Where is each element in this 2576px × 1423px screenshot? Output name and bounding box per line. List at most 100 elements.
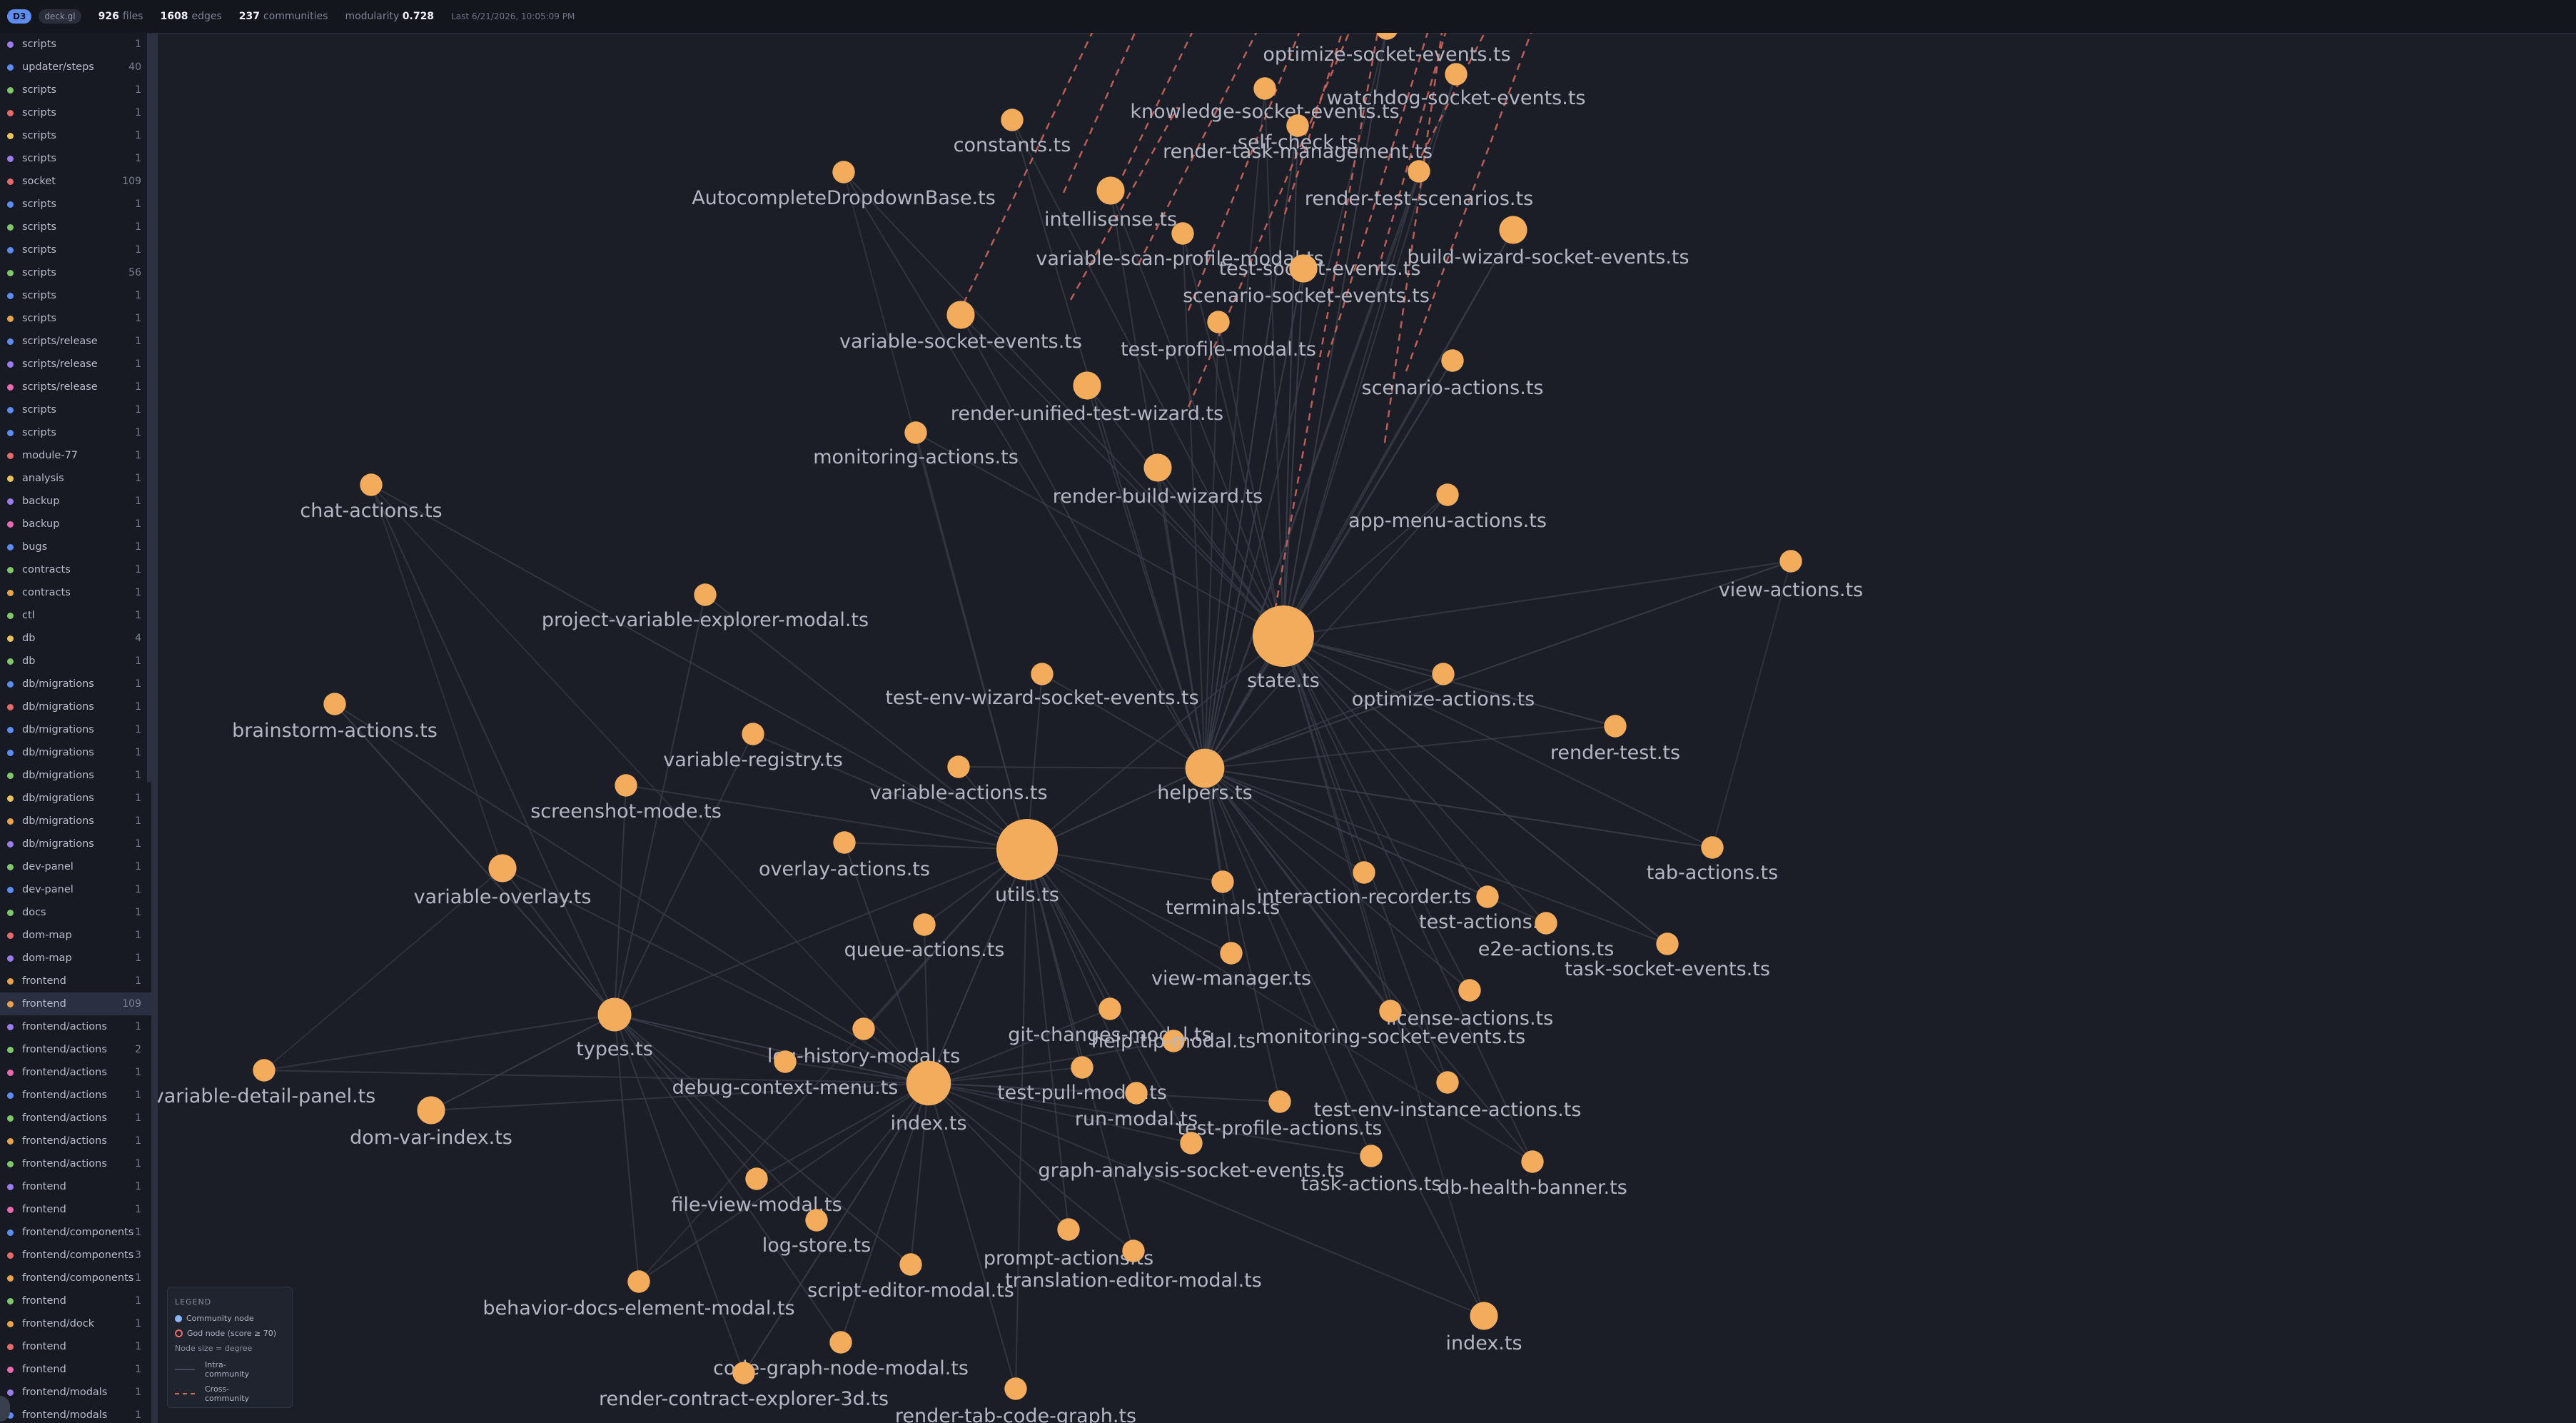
sidebar-item[interactable]: backup 1 xyxy=(0,490,151,513)
graph-node[interactable]: brainstorm-actions.ts xyxy=(232,693,438,742)
sidebar-item[interactable]: frontend 1 xyxy=(0,1358,151,1381)
graph-node[interactable]: variable-socket-events.ts xyxy=(839,301,1082,353)
sidebar-item[interactable]: db/migrations 1 xyxy=(0,718,151,741)
sidebar-item[interactable]: module-77 1 xyxy=(0,444,151,467)
sidebar-item[interactable]: scripts 1 xyxy=(0,284,151,307)
graph-node[interactable]: log-store.ts xyxy=(762,1209,871,1257)
graph-node[interactable]: test-env-instance-actions.ts xyxy=(1314,1071,1582,1121)
sidebar-item[interactable]: dev-panel 1 xyxy=(0,878,151,901)
graph-node[interactable]: render-unified-test-wizard.ts xyxy=(951,371,1223,425)
sidebar-item[interactable]: frontend/components 3 xyxy=(0,1244,151,1267)
graph-node[interactable]: scenario-actions.ts xyxy=(1362,349,1544,399)
sidebar-item[interactable]: db/migrations 1 xyxy=(0,695,151,718)
sidebar-item[interactable]: db 4 xyxy=(0,627,151,650)
graph-node[interactable]: monitoring-actions.ts xyxy=(813,421,1019,468)
graph-node[interactable]: behavior-docs-element-modal.ts xyxy=(483,1270,795,1319)
sidebar-item[interactable]: frontend/actions 1 xyxy=(0,1061,151,1084)
sidebar-item[interactable]: scripts 1 xyxy=(0,216,151,238)
graph-node[interactable]: view-manager.ts xyxy=(1151,942,1311,990)
graph-node[interactable]: AutocompleteDropdownBase.ts xyxy=(692,161,996,209)
graph-node[interactable]: optimize-actions.ts xyxy=(1352,663,1535,710)
sidebar-item[interactable]: frontend/dock 1 xyxy=(0,1312,151,1335)
sidebar-item[interactable]: bugs 1 xyxy=(0,535,151,558)
graph-node[interactable]: license-actions.ts xyxy=(1386,979,1553,1030)
graph-node[interactable]: index.ts xyxy=(1445,1302,1522,1354)
sidebar-item[interactable]: scripts 1 xyxy=(0,124,151,147)
sidebar-item[interactable]: db 1 xyxy=(0,650,151,673)
sidebar-item[interactable]: contracts 1 xyxy=(0,581,151,604)
sidebar-item[interactable]: scripts 1 xyxy=(0,238,151,261)
sidebar-item[interactable]: scripts/release 1 xyxy=(0,376,151,398)
graph-node[interactable]: build-wizard-socket-events.ts xyxy=(1407,216,1689,268)
sidebar-item[interactable]: frontend 1 xyxy=(0,1175,151,1198)
sidebar-item[interactable]: scripts 1 xyxy=(0,33,151,56)
sidebar-item[interactable]: frontend 1 xyxy=(0,1289,151,1312)
sidebar-item[interactable]: db/migrations 1 xyxy=(0,673,151,695)
sidebar-item[interactable]: frontend/modals 1 xyxy=(0,1404,151,1423)
sidebar-item[interactable]: contracts 1 xyxy=(0,558,151,581)
sidebar-item[interactable]: db/migrations 1 xyxy=(0,741,151,764)
graph-node[interactable]: variable-detail-panel.ts xyxy=(158,1059,375,1107)
sidebar-item[interactable]: scripts/release 1 xyxy=(0,330,151,353)
sidebar-item[interactable]: frontend 1 xyxy=(0,970,151,992)
sidebar-item[interactable]: docs 1 xyxy=(0,901,151,924)
sidebar-item[interactable]: db/migrations 1 xyxy=(0,787,151,810)
sidebar-item[interactable]: scripts 1 xyxy=(0,307,151,330)
graph-canvas[interactable]: optimize-socket-events.ts watchdog-socket… xyxy=(158,33,2576,1423)
sidebar-item[interactable]: scripts 1 xyxy=(0,79,151,101)
sidebar-item[interactable]: analysis 1 xyxy=(0,467,151,490)
sidebar-item[interactable]: ctl 1 xyxy=(0,604,151,627)
sidebar-item[interactable]: db/migrations 1 xyxy=(0,810,151,833)
sidebar-item[interactable]: frontend 1 xyxy=(0,1335,151,1358)
graph-node[interactable]: view-actions.ts xyxy=(1719,550,1863,601)
sidebar-item[interactable]: frontend/actions 1 xyxy=(0,1015,151,1038)
tab-d3[interactable]: D3 xyxy=(7,9,32,24)
sidebar-item[interactable]: socket 109 xyxy=(0,170,151,193)
graph-node[interactable]: file-view-modal.ts xyxy=(671,1167,842,1216)
sidebar-item[interactable]: frontend/actions 2 xyxy=(0,1038,151,1061)
graph-node[interactable]: variable-overlay.ts xyxy=(414,854,592,908)
sidebar-item[interactable]: frontend/actions 1 xyxy=(0,1130,151,1152)
sidebar-item[interactable]: scripts 1 xyxy=(0,101,151,124)
sidebar-item[interactable]: updater/steps 40 xyxy=(0,56,151,79)
sidebar-item[interactable]: frontend 109 xyxy=(0,992,151,1015)
sidebar-item[interactable]: dom-map 1 xyxy=(0,947,151,970)
sidebar-item[interactable]: backup 1 xyxy=(0,513,151,535)
graph-node[interactable]: utils.ts xyxy=(995,819,1059,906)
sidebar-item[interactable]: db/migrations 1 xyxy=(0,833,151,855)
graph-node[interactable]: variable-actions.ts xyxy=(869,755,1048,804)
graph-node[interactable]: tab-actions.ts xyxy=(1647,836,1778,884)
graph-node[interactable]: test-socket-events.ts xyxy=(1219,254,1421,283)
sidebar-item[interactable]: scripts 1 xyxy=(0,421,151,444)
graph-node[interactable]: help-tip-modal.ts xyxy=(1091,1030,1256,1052)
graph-node[interactable]: app-menu-actions.ts xyxy=(1348,483,1547,532)
graph-node[interactable]: knowledge-socket-events.ts xyxy=(1130,77,1400,123)
sidebar-item[interactable]: frontend/components 1 xyxy=(0,1267,151,1289)
graph-node[interactable]: intellisense.ts xyxy=(1044,176,1177,231)
sidebar-item[interactable]: dev-panel 1 xyxy=(0,855,151,878)
sidebar-item[interactable]: scripts 56 xyxy=(0,261,151,284)
graph-node[interactable]: overlay-actions.ts xyxy=(759,831,930,880)
graph-node[interactable]: variable-registry.ts xyxy=(663,723,843,771)
sidebar-item[interactable]: frontend/actions 1 xyxy=(0,1084,151,1107)
sidebar-item[interactable]: dom-map 1 xyxy=(0,924,151,947)
node-circle xyxy=(1499,216,1527,244)
graph-node[interactable]: db-health-banner.ts xyxy=(1438,1150,1627,1199)
sidebar-item[interactable]: frontend/actions 1 xyxy=(0,1152,151,1175)
graph-node[interactable]: chat-actions.ts xyxy=(300,473,443,522)
sidebar-item[interactable]: frontend/components 1 xyxy=(0,1221,151,1244)
sidebar-item[interactable]: scripts 1 xyxy=(0,193,151,216)
sidebar-item[interactable]: frontend/modals 1 xyxy=(0,1381,151,1404)
graph-node[interactable]: optimize-socket-events.ts xyxy=(1263,33,1511,66)
sidebar-divider[interactable] xyxy=(151,33,158,1423)
sidebar-item[interactable]: db/migrations 1 xyxy=(0,764,151,787)
tab-deckgl[interactable]: deck.gl xyxy=(39,9,81,24)
graph-node[interactable]: render-test-scenarios.ts xyxy=(1305,160,1533,210)
sidebar-item[interactable]: frontend 1 xyxy=(0,1198,151,1221)
sidebar-item[interactable]: scripts 1 xyxy=(0,398,151,421)
sidebar-item[interactable]: frontend/actions 1 xyxy=(0,1107,151,1130)
graph-node[interactable]: render-tab-code-graph.ts xyxy=(895,1377,1136,1423)
graph-node[interactable]: render-test.ts xyxy=(1550,715,1680,764)
sidebar-item[interactable]: scripts 1 xyxy=(0,147,151,170)
sidebar-item[interactable]: scripts/release 1 xyxy=(0,353,151,376)
